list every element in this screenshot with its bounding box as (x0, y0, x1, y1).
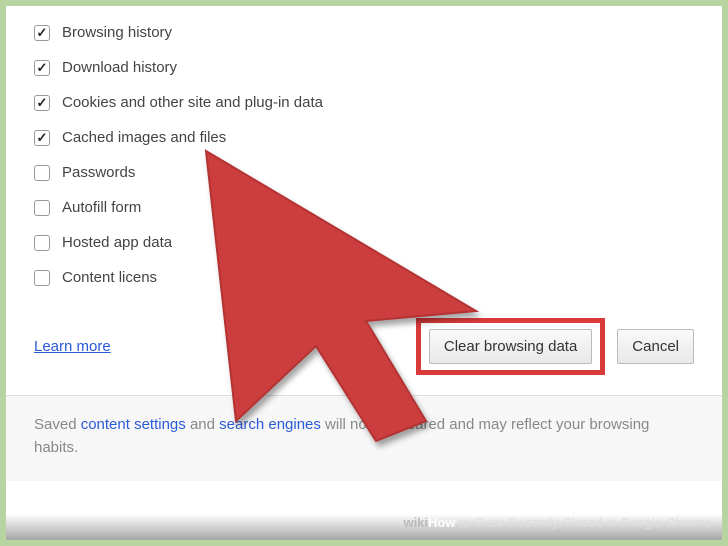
option-hosted-app[interactable]: Hosted app data (34, 234, 694, 251)
checkbox-cached-images[interactable] (34, 130, 50, 146)
checkbox-hosted-app[interactable] (34, 235, 50, 251)
tutorial-frame: Browsing history Download history Cookie… (0, 0, 728, 546)
caption-brand-how: How (428, 515, 455, 530)
footer-note: Saved content settings and search engine… (6, 396, 722, 481)
checkbox-cookies[interactable] (34, 95, 50, 111)
option-label: Download history (62, 59, 177, 76)
footer-text-mid: and (186, 416, 219, 433)
highlight-box: Clear browsing data (416, 318, 605, 375)
caption-title: to Clear Recently Closed in Google Chrom… (455, 515, 712, 530)
search-engines-link[interactable]: search engines (219, 416, 321, 433)
caption: wikiHow to Clear Recently Closed in Goog… (6, 511, 722, 534)
checkbox-passwords[interactable] (34, 165, 50, 181)
option-label: Content licens (62, 269, 157, 286)
option-label: Passwords (62, 164, 135, 181)
option-passwords[interactable]: Passwords (34, 164, 694, 181)
footer-text-pre: Saved (34, 416, 81, 433)
checkbox-download-history[interactable] (34, 60, 50, 76)
option-content-licenses[interactable]: Content licens (34, 269, 694, 286)
clear-browsing-data-button[interactable]: Clear browsing data (429, 329, 592, 364)
option-label: Browsing history (62, 24, 172, 41)
option-label: Cookies and other site and plug-in data (62, 94, 323, 111)
action-row: Learn more Clear browsing data Cancel (34, 318, 694, 395)
content-settings-link[interactable]: content settings (81, 416, 186, 433)
option-label: Autofill form (62, 199, 141, 216)
option-label: Cached images and files (62, 129, 226, 146)
learn-more-link[interactable]: Learn more (34, 338, 111, 355)
cancel-button[interactable]: Cancel (617, 329, 694, 364)
option-label: Hosted app data (62, 234, 172, 251)
option-cached-images[interactable]: Cached images and files (34, 129, 694, 146)
checkbox-content-licenses[interactable] (34, 270, 50, 286)
caption-brand: wiki (403, 515, 428, 530)
option-cookies[interactable]: Cookies and other site and plug-in data (34, 94, 694, 111)
option-download-history[interactable]: Download history (34, 59, 694, 76)
option-autofill[interactable]: Autofill form (34, 199, 694, 216)
option-browsing-history[interactable]: Browsing history (34, 24, 694, 41)
clear-browsing-dialog: Browsing history Download history Cookie… (6, 6, 722, 395)
checkbox-autofill[interactable] (34, 200, 50, 216)
checkbox-browsing-history[interactable] (34, 25, 50, 41)
